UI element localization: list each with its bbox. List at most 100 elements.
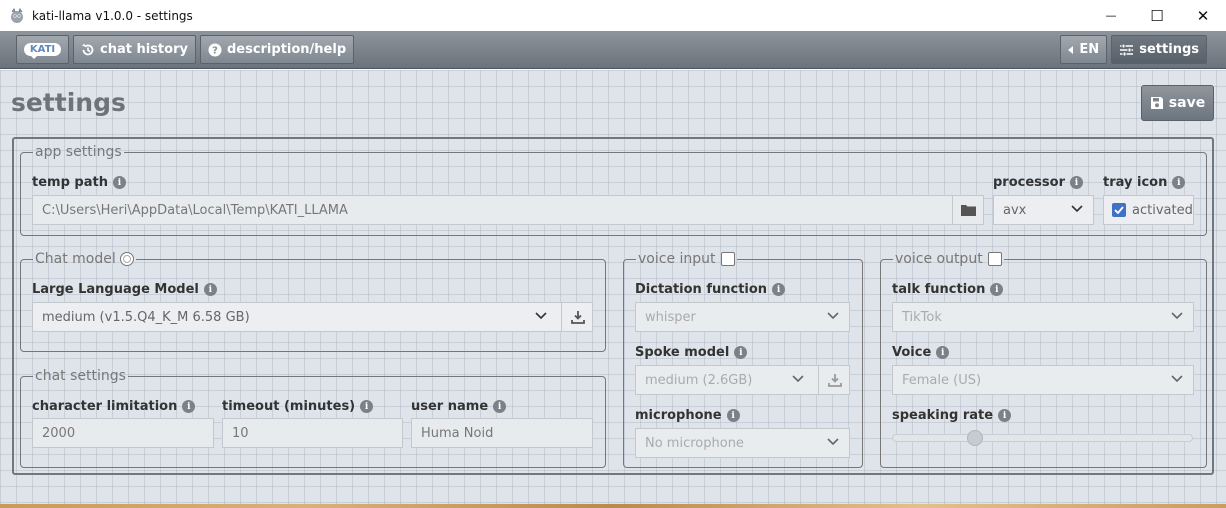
save-button[interactable]: save: [1141, 85, 1214, 121]
microphone-value: No microphone: [645, 435, 744, 451]
save-label: save: [1168, 95, 1206, 111]
char-limit-input[interactable]: 2000: [32, 418, 214, 448]
chevron-down-icon: [1071, 205, 1083, 213]
timeout-input[interactable]: 10: [222, 418, 403, 448]
dictation-label: Dictation function i: [635, 282, 786, 297]
timeout-value: 10: [232, 425, 249, 441]
user-name-value: Huma Noid: [421, 425, 494, 441]
language-label: EN: [1079, 42, 1100, 57]
voice-select[interactable]: Female (US): [892, 365, 1194, 395]
chevron-down-icon: [792, 375, 804, 383]
chat-history-label: chat history: [100, 42, 188, 57]
info-icon[interactable]: i: [203, 283, 217, 296]
voice-output-legend: voice output: [893, 251, 1004, 267]
description-help-tab[interactable]: ? description/help: [199, 35, 355, 64]
floppy-disk-icon: [1150, 97, 1163, 109]
kati-logo: KATI: [23, 43, 62, 59]
info-icon[interactable]: i: [998, 409, 1012, 422]
folder-icon: [961, 205, 976, 216]
spoke-model-value: medium (2.6GB): [645, 372, 753, 388]
llm-value: medium (v1.5.Q4_K_M 6.58 GB): [42, 309, 250, 325]
speaking-rate-label: speaking rate i: [892, 408, 1012, 423]
info-icon[interactable]: i: [182, 400, 196, 413]
language-toggle[interactable]: EN: [1060, 35, 1108, 64]
settings-label: settings: [1139, 42, 1199, 57]
talk-function-select[interactable]: TikTok: [892, 302, 1194, 332]
talk-function-value: TikTok: [902, 309, 942, 325]
info-icon[interactable]: i: [990, 283, 1004, 296]
user-name-label: user name i: [411, 399, 507, 414]
temp-path-value: C:\Users\Heri\AppData\Local\Temp\KATI_LL…: [42, 202, 348, 218]
speaking-rate-slider[interactable]: [892, 430, 1193, 446]
download-model-button[interactable]: [561, 302, 593, 332]
chat-history-tab[interactable]: chat history: [73, 35, 196, 64]
info-icon[interactable]: i: [1070, 176, 1083, 189]
microphone-label: microphone i: [635, 408, 740, 423]
desktop-background-strip: [0, 504, 1226, 508]
kati-home-tab[interactable]: KATI: [16, 35, 69, 64]
history-icon: [82, 43, 94, 55]
close-button[interactable]: ✕: [1180, 0, 1226, 31]
chevron-down-icon: [535, 312, 547, 320]
maximize-icon: ☐: [1150, 6, 1164, 25]
spoke-model-select[interactable]: medium (2.6GB): [635, 365, 850, 395]
chat-model-legend: Chat model: [33, 251, 136, 267]
tray-icon-toggle[interactable]: activated: [1103, 195, 1194, 225]
window-title: kati-llama v1.0.0 - settings: [32, 8, 193, 23]
info-icon[interactable]: i: [772, 283, 786, 296]
voice-output-checkbox[interactable]: [987, 252, 1002, 266]
browse-folder-button[interactable]: [952, 195, 984, 225]
sliders-icon: [1120, 43, 1134, 56]
minimize-icon: —: [1105, 9, 1117, 22]
processor-select[interactable]: avx: [993, 195, 1094, 225]
llm-label: Large Language Model i: [32, 282, 217, 297]
caret-left-icon: [1068, 45, 1074, 54]
question-icon: ?: [208, 43, 222, 56]
tray-icon-label: tray icon i: [1103, 175, 1186, 190]
checkbox-checked-icon[interactable]: [1112, 203, 1126, 217]
page-title: settings: [11, 88, 126, 117]
top-navigation-bar: KATI chat history ? description/help EN …: [0, 31, 1226, 69]
title-bar: kati-llama v1.0.0 - settings — ☐ ✕: [0, 0, 1226, 31]
download-spoke-model-button[interactable]: [818, 365, 850, 395]
chevron-down-icon: [1171, 375, 1183, 383]
description-help-label: description/help: [226, 42, 347, 57]
spoke-model-label: Spoke model i: [635, 345, 748, 360]
info-icon[interactable]: i: [112, 176, 126, 189]
char-limit-value: 2000: [42, 425, 76, 441]
talk-function-label: talk function i: [892, 282, 1004, 297]
llm-select[interactable]: medium (v1.5.Q4_K_M 6.58 GB): [32, 302, 593, 332]
temp-path-label: temp path i: [32, 175, 126, 190]
info-icon[interactable]: i: [360, 400, 374, 413]
close-icon: ✕: [1196, 6, 1210, 25]
dictation-value: whisper: [645, 309, 696, 325]
maximize-button[interactable]: ☐: [1134, 0, 1180, 31]
dictation-select[interactable]: whisper: [635, 302, 850, 332]
chevron-down-icon: [1171, 312, 1183, 320]
info-icon[interactable]: i: [936, 346, 950, 359]
download-icon: [827, 374, 842, 387]
voice-value: Female (US): [902, 372, 982, 388]
info-icon[interactable]: i: [493, 400, 507, 413]
voice-input-checkbox[interactable]: [720, 252, 735, 266]
microphone-select[interactable]: No microphone: [635, 428, 850, 458]
download-icon: [570, 311, 585, 324]
chevron-down-icon: [827, 438, 839, 446]
chevron-down-icon: [827, 312, 839, 320]
processor-value: avx: [1003, 202, 1027, 218]
tray-icon-value: activated: [1132, 202, 1193, 218]
settings-tab[interactable]: settings: [1111, 35, 1207, 64]
user-name-input[interactable]: Huma Noid: [411, 418, 593, 448]
info-icon[interactable]: i: [1172, 176, 1186, 189]
temp-path-input[interactable]: C:\Users\Heri\AppData\Local\Temp\KATI_LL…: [32, 195, 984, 225]
chat-settings-legend: chat settings: [35, 368, 126, 384]
info-icon[interactable]: i: [734, 346, 748, 359]
app-settings-legend: app settings: [35, 144, 122, 160]
svg-text:?: ?: [212, 45, 218, 56]
slider-handle[interactable]: [967, 430, 983, 446]
timeout-label: timeout (minutes) i: [222, 399, 374, 414]
info-icon[interactable]: i: [726, 409, 740, 422]
minimize-button[interactable]: —: [1088, 0, 1134, 31]
char-limit-label: character limitation i: [32, 399, 196, 414]
chat-model-radio[interactable]: [119, 252, 134, 266]
